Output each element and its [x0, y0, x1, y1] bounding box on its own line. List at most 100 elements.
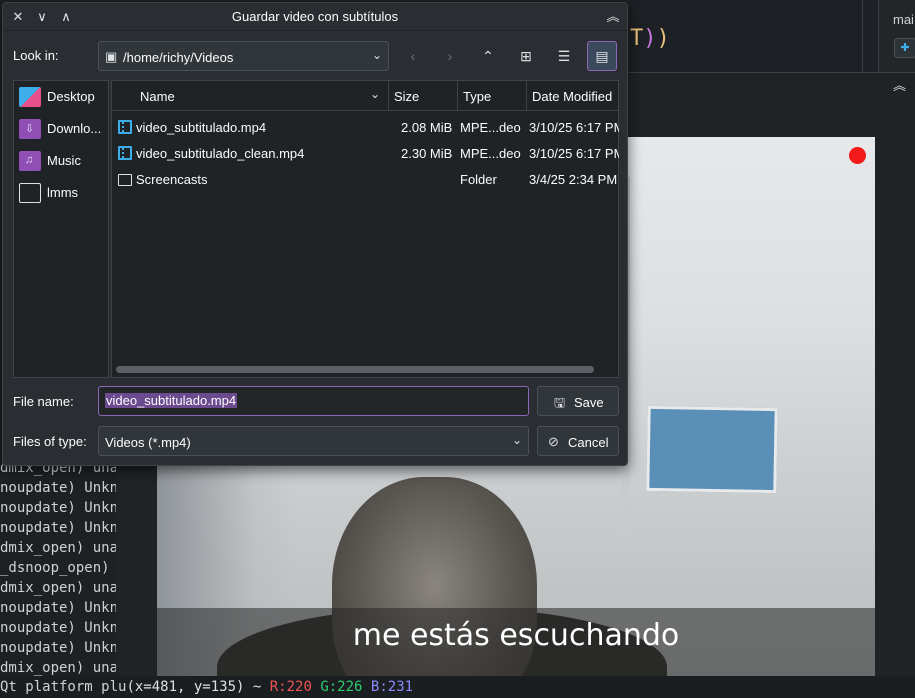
file-date: 3/10/25 6:17 PM [529, 120, 619, 135]
list-view-button[interactable]: ☰ [549, 41, 579, 71]
terminal-line: dmix_open) unab [0, 580, 116, 596]
file-type: MPE...deo [460, 120, 521, 135]
music-folder-icon: ♫ [19, 151, 41, 171]
drive-icon: ▣ [105, 49, 118, 64]
pixel-green-value: G:226 [320, 679, 363, 695]
map-poster [646, 405, 778, 494]
shade-icon[interactable]: ︽ [603, 7, 623, 27]
terminal-output: dmix_open) unab noupdate) Unkno noupdate… [0, 458, 116, 678]
files-of-type-label: Files of type: [13, 434, 87, 449]
path-value: /home/richy/Videos [123, 50, 234, 65]
save-file-dialog: ✕ ∨ ∧ Guardar video con subtítulos ︽ Loo… [2, 2, 628, 466]
file-name-input[interactable]: video_subtitulado.mp4 [98, 386, 529, 416]
file-size: 2.08 MiB [401, 120, 453, 135]
desktop-icon [19, 87, 41, 107]
cancel-icon: ⊘ [548, 434, 559, 449]
cursor-coordinates: (x=481, y=135) ~ [126, 679, 270, 695]
dialog-title: Guardar video con subtítulos [231, 9, 399, 24]
file-type-value: Videos (*.mp4) [105, 435, 191, 450]
file-row[interactable]: video_subtitulado.mp4 2.08 MiB MPE...deo… [112, 115, 619, 141]
file-date: 3/4/25 2:34 PM [529, 172, 618, 187]
file-size: 2.30 MiB [401, 146, 453, 161]
terminal-status-text: Qt platform plu [0, 679, 127, 695]
places-sidebar: Desktop ⇩ Downlo... ♫ Music lmms [13, 80, 109, 378]
pixel-red-value: R:220 [269, 679, 312, 695]
column-header-name[interactable]: Name [140, 89, 175, 104]
horizontal-scrollbar[interactable] [116, 366, 594, 373]
viewer-collapse-icon[interactable]: ︽ [893, 75, 906, 94]
video-file-icon [118, 120, 132, 134]
parent-folder-button[interactable]: ⌃ [473, 41, 503, 71]
folder-icon [19, 183, 41, 203]
place-lmms[interactable]: lmms [14, 179, 110, 207]
file-name: Screencasts [136, 172, 208, 187]
pixel-blue-value: B:231 [370, 679, 414, 695]
cancel-button[interactable]: ⊘ Cancel [537, 426, 619, 456]
terminal-line: noupdate) Unkno [0, 620, 116, 636]
status-bar: Qt platform plu(x=481, y=135) ~ R:220 G:… [0, 676, 915, 698]
column-header-type[interactable]: Type [463, 89, 491, 104]
file-name: video_subtitulado_clean.mp4 [136, 146, 305, 161]
side-panel-button[interactable]: ✚ [894, 38, 915, 58]
save-label: Save [574, 395, 604, 410]
terminal-line: noupdate) Unkno [0, 480, 116, 496]
column-header-size[interactable]: Size [394, 89, 419, 104]
file-list: Name ⌄ Size Type Date Modified video_sub… [111, 80, 619, 378]
place-desktop[interactable]: Desktop [14, 83, 110, 111]
file-row[interactable]: video_subtitulado_clean.mp4 2.30 MiB MPE… [112, 141, 619, 167]
column-header-date[interactable]: Date Modified [532, 89, 612, 104]
subtitle-text: me estás escuchando [352, 618, 680, 653]
folder-icon [118, 174, 132, 186]
downloads-folder-icon: ⇩ [19, 119, 41, 139]
back-button[interactable]: ‹ [398, 41, 428, 71]
place-label: Downlo... [47, 121, 102, 136]
path-dropdown[interactable]: ▣ /home/richy/Videos ⌄ [98, 41, 389, 71]
list-header: Name ⌄ Size Type Date Modified [112, 81, 618, 111]
file-name-value: video_subtitulado.mp4 [105, 393, 238, 408]
file-date: 3/10/25 6:17 PM [529, 146, 619, 161]
terminal-line: noupdate) Unkno [0, 500, 116, 516]
video-file-icon [118, 146, 132, 160]
chevron-down-icon: ⌄ [511, 433, 522, 447]
chevron-right-icon: › [447, 48, 453, 64]
look-in-label: Look in: [13, 48, 59, 63]
terminal-line: _dsnoop_open) u [0, 560, 116, 576]
sort-chevron-icon[interactable]: ⌄ [370, 87, 380, 101]
list-view-icon: ☰ [557, 48, 571, 64]
terminal-line: dmix_open) unab [0, 660, 116, 676]
chevron-up-icon: ⌃ [482, 48, 494, 64]
file-type-dropdown[interactable]: Videos (*.mp4) ⌄ [98, 426, 529, 456]
detail-view-icon: ▤ [595, 48, 609, 64]
side-panel [878, 0, 915, 72]
column-divider[interactable] [388, 81, 389, 111]
chevron-left-icon: ‹ [410, 48, 416, 64]
save-icon: 🖫 [554, 395, 566, 410]
editor-indent-guide [862, 0, 863, 72]
place-label: lmms [47, 185, 79, 200]
side-panel-label: mai [893, 12, 914, 27]
terminal-line: noupdate) Unkno [0, 640, 116, 656]
place-downloads[interactable]: ⇩ Downlo... [14, 115, 110, 143]
dialog-titlebar[interactable]: ✕ ∨ ∧ Guardar video con subtítulos ︽ [3, 3, 627, 31]
detail-view-button[interactable]: ▤ [587, 41, 617, 71]
terminal-line: dmix_open) unab [0, 540, 116, 556]
recording-indicator-icon [849, 147, 866, 164]
new-folder-icon: ⊞ [520, 48, 532, 64]
file-type: Folder [460, 172, 497, 187]
file-name-label: File name: [13, 394, 74, 409]
save-button[interactable]: 🖫 Save [537, 386, 619, 416]
new-folder-button[interactable]: ⊞ [511, 41, 541, 71]
file-name: video_subtitulado.mp4 [136, 120, 267, 135]
forward-button[interactable]: › [435, 41, 465, 71]
column-divider[interactable] [526, 81, 527, 111]
file-type: MPE...deo [460, 146, 521, 161]
terminal-line: noupdate) Unkno [0, 600, 116, 616]
file-row[interactable]: Screencasts Folder 3/4/25 2:34 PM [112, 167, 618, 193]
editor-code-fragment: T)) [630, 26, 670, 51]
place-music[interactable]: ♫ Music [14, 147, 110, 175]
place-label: Music [47, 153, 81, 168]
place-label: Desktop [47, 89, 95, 104]
cancel-label: Cancel [568, 435, 609, 450]
terminal-line: noupdate) Unkno [0, 520, 116, 536]
column-divider[interactable] [457, 81, 458, 111]
